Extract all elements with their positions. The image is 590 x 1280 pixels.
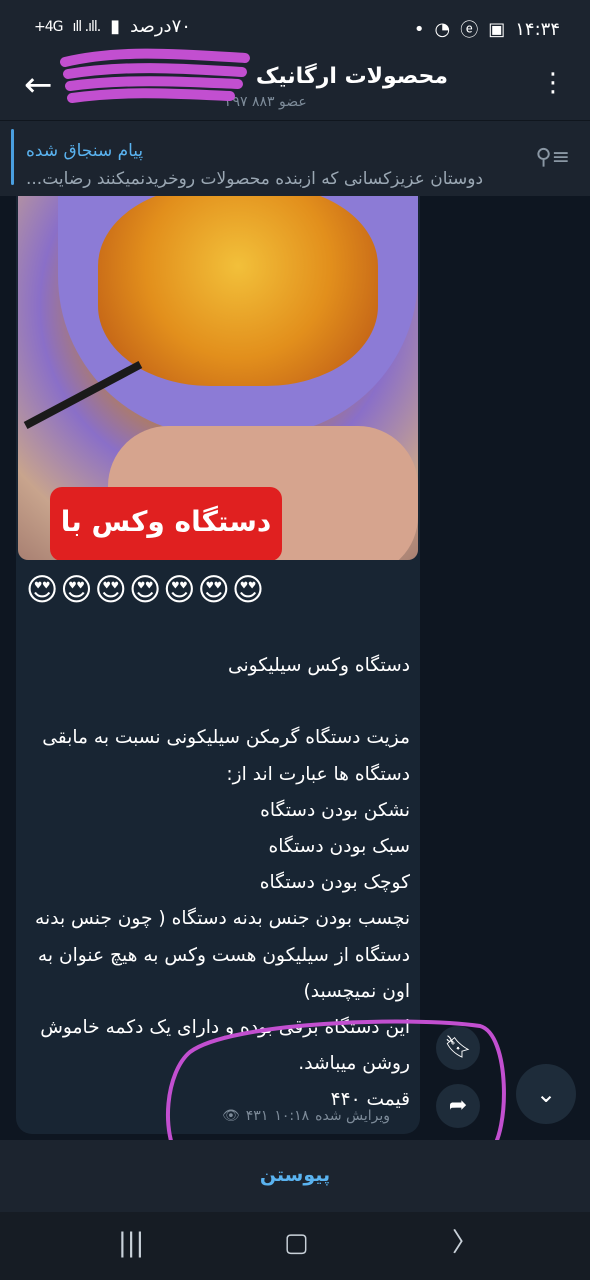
- status-time: ۱۴:۳۴: [515, 18, 560, 40]
- app-icon: ◔: [434, 18, 451, 40]
- unpin-icon[interactable]: ⚲≡: [535, 145, 570, 170]
- join-button[interactable]: پیوستن: [0, 1164, 590, 1186]
- pinned-text: دوستان عزیزکسانی که ازبنده محصولات روخری…: [26, 169, 484, 189]
- media-caption: دستگاه وکس با: [50, 487, 282, 560]
- battery-icon: ▮: [110, 16, 121, 37]
- recents-icon[interactable]: |||: [118, 1230, 144, 1256]
- pinned-label: پیام سنجاق شده: [26, 141, 144, 161]
- nav-back-icon[interactable]: 〉: [452, 1230, 478, 1256]
- battery-label: ۷۰درصد: [130, 16, 191, 37]
- image-icon: ▣: [488, 18, 506, 40]
- edge-icon: ⓔ: [460, 20, 479, 41]
- dot-icon: •: [413, 18, 425, 40]
- status-right: • ◔ ⓔ ▣ ۱۴:۳۴: [414, 16, 560, 42]
- signal-icon: .ıll .ıll: [72, 18, 102, 35]
- pinned-indicator: [11, 129, 14, 185]
- back-arrow-icon[interactable]: ←: [24, 68, 53, 102]
- kebab-menu-icon[interactable]: ⋮: [540, 70, 566, 96]
- pinned-message[interactable]: پیام سنجاق شده دوستان عزیزکسانی که ازبند…: [0, 120, 590, 197]
- emoji-row: 😍😍😍😍😍😍😍: [26, 572, 267, 608]
- message-media[interactable]: دستگاه وکس با: [18, 196, 418, 560]
- redaction-scribble: [60, 48, 250, 103]
- home-icon[interactable]: ▢: [284, 1230, 309, 1256]
- network-type: 4G+: [34, 18, 63, 35]
- join-bar[interactable]: پیوستن: [0, 1140, 590, 1212]
- media-wax: [98, 196, 378, 386]
- chat-title[interactable]: محصولات ارگانیک: [256, 64, 448, 89]
- system-navbar: ||| ▢ 〉: [0, 1212, 590, 1280]
- chevron-down-icon[interactable]: ⌄: [516, 1064, 576, 1124]
- status-left: ۷۰درصد ▮ .ıll .ıll 4G+: [34, 16, 191, 37]
